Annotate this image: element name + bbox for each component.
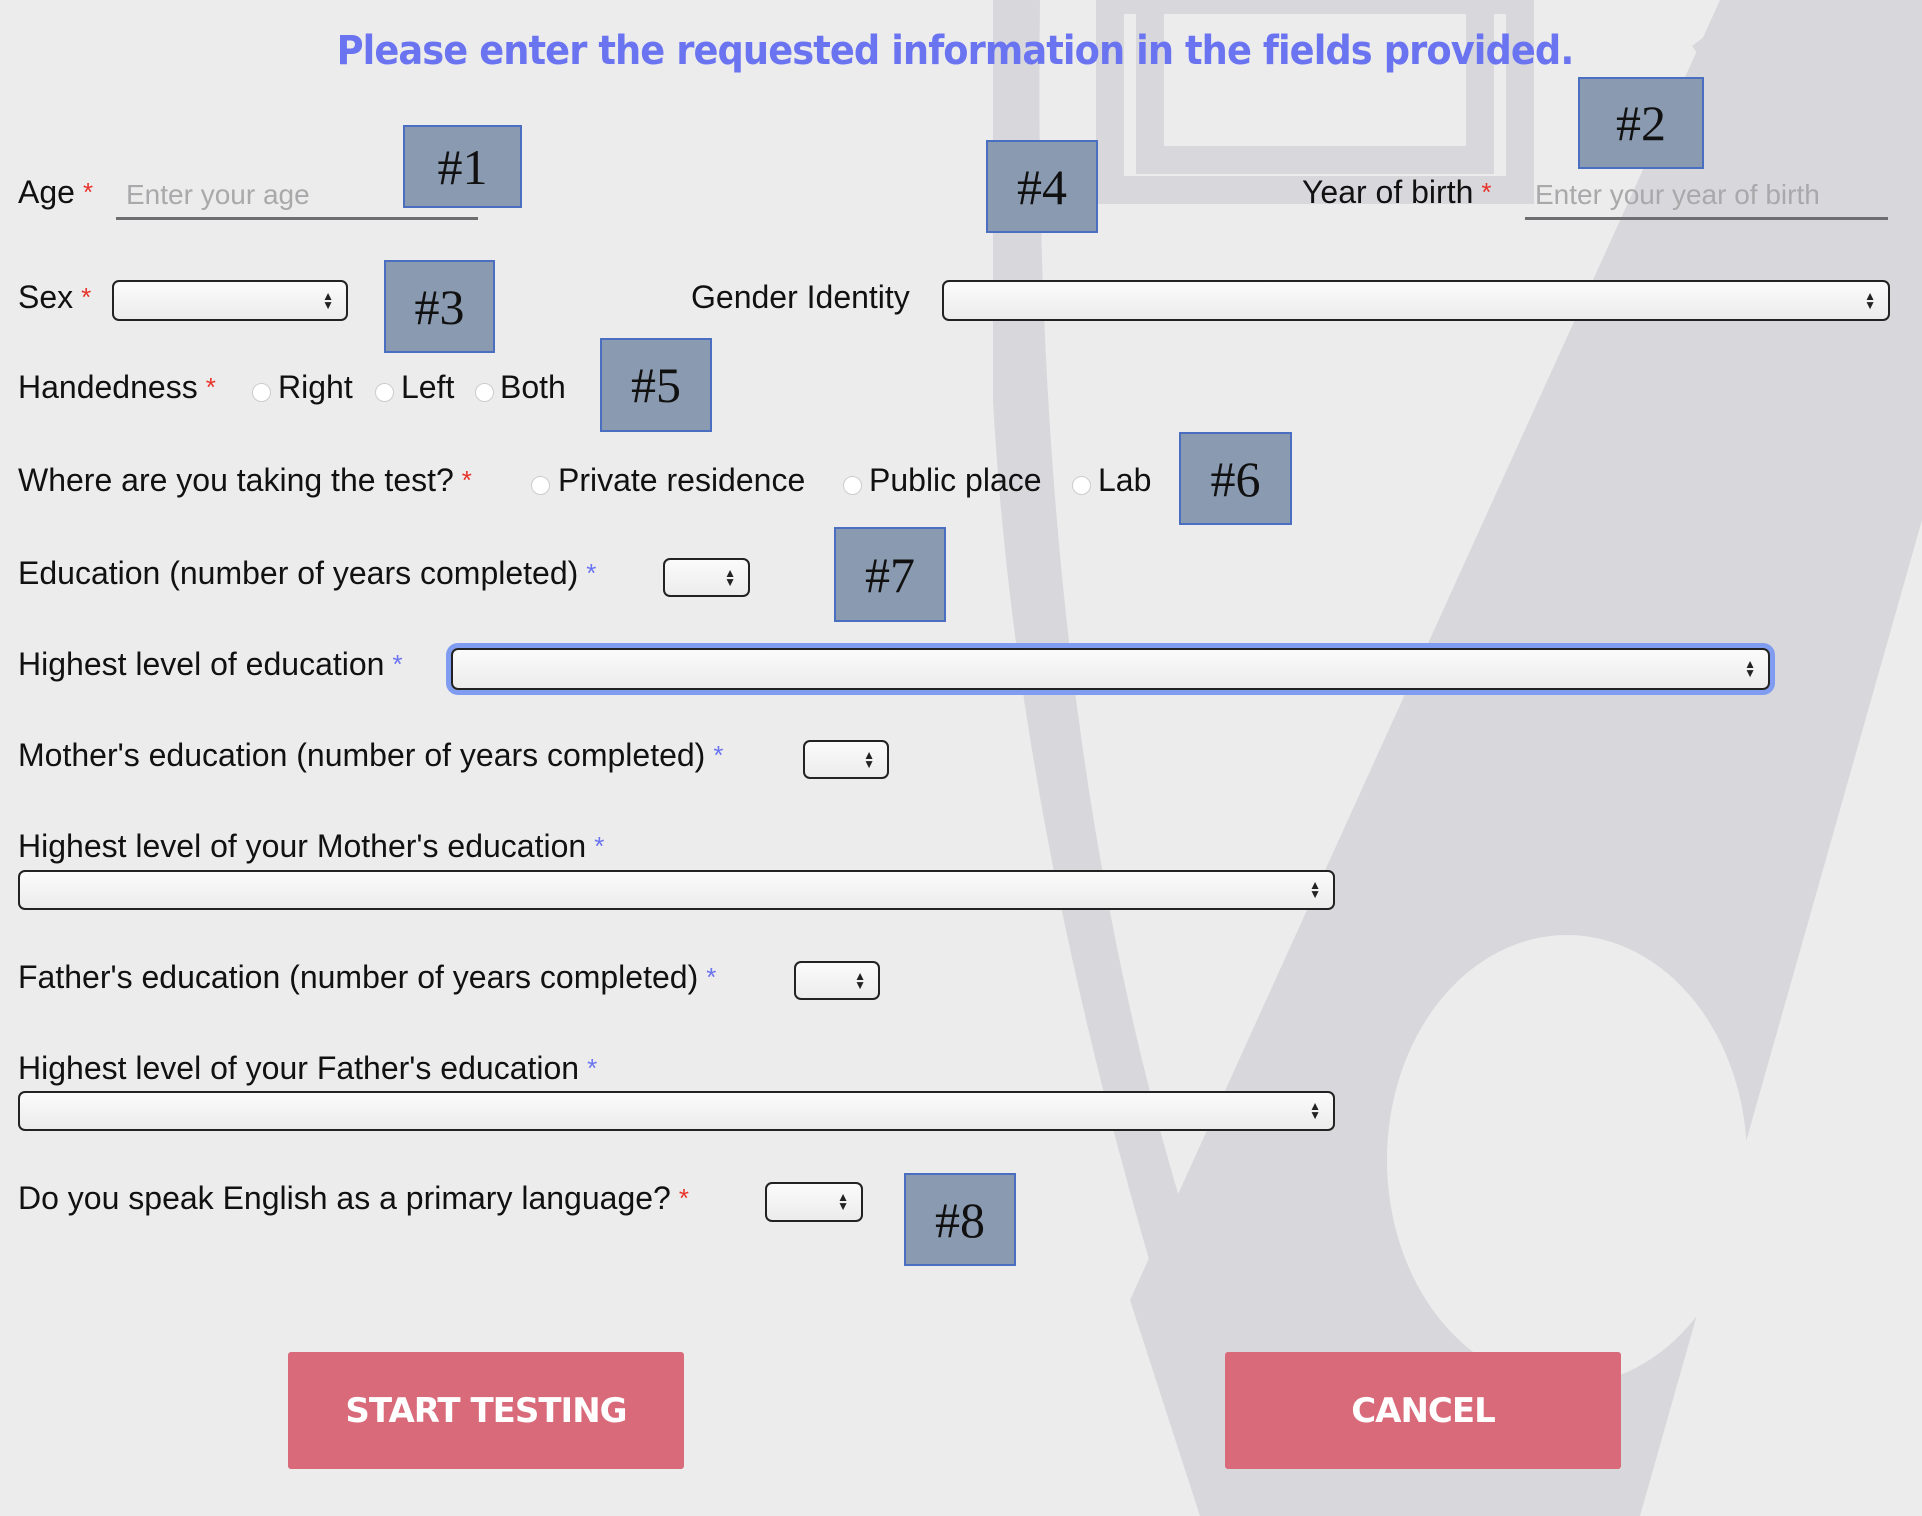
location-public-label: Public place <box>869 462 1042 498</box>
highest-education-label: Highest level of education * <box>18 645 403 683</box>
handedness-both-radio[interactable] <box>475 383 494 402</box>
required-asterisk: * <box>706 962 717 992</box>
gender-identity-label: Gender Identity <box>691 279 910 315</box>
handedness-right-label: Right <box>278 369 353 405</box>
mother-highest-education-select[interactable]: ▲ ▼ <box>18 870 1335 910</box>
required-asterisk: * <box>81 282 92 312</box>
highest-education-label-text: Highest level of education <box>18 646 385 682</box>
father-highest-education-label-text: Highest level of your Father's education <box>18 1050 580 1086</box>
year-of-birth-label-text: Year of birth <box>1302 174 1474 210</box>
age-label: Age * <box>18 173 93 211</box>
annotation-marker-5: #5 <box>600 338 712 432</box>
required-asterisk: * <box>461 465 472 495</box>
mother-highest-education-label-text: Highest level of your Mother's education <box>18 828 587 864</box>
select-arrows-icon: ▲ ▼ <box>1309 878 1321 901</box>
select-arrows-icon: ▲ ▼ <box>863 747 875 771</box>
handedness-label-text: Handedness <box>18 369 198 405</box>
required-asterisk: * <box>713 740 724 770</box>
highest-education-select[interactable]: ▲ ▼ <box>451 648 1770 690</box>
required-asterisk: * <box>594 831 605 861</box>
location-lab-radio[interactable] <box>1072 476 1091 495</box>
annotation-marker-1: #1 <box>403 125 522 208</box>
location-private-label: Private residence <box>558 462 806 498</box>
education-years-label-text: Education (number of years completed) <box>18 555 579 591</box>
annotation-marker-2: #2 <box>1578 77 1704 169</box>
annotation-marker-7: #7 <box>834 527 946 622</box>
required-asterisk: * <box>205 372 216 402</box>
english-primary-label: Do you speak English as a primary langua… <box>18 1179 689 1217</box>
year-of-birth-input[interactable] <box>1525 172 1888 220</box>
required-asterisk: * <box>82 177 94 207</box>
select-arrows-icon: ▲ ▼ <box>1744 657 1756 680</box>
select-arrows-icon: ▲ ▼ <box>854 968 866 992</box>
english-primary-select[interactable]: ▲ ▼ <box>765 1182 863 1222</box>
handedness-left-label: Left <box>401 369 455 405</box>
sex-label-text: Sex <box>18 279 74 315</box>
mother-education-years-select[interactable]: ▲ ▼ <box>803 740 889 779</box>
required-asterisk: * <box>392 649 403 679</box>
select-arrows-icon: ▲ ▼ <box>1864 288 1876 312</box>
select-arrows-icon: ▲ ▼ <box>322 288 334 312</box>
education-years-label: Education (number of years completed) * <box>18 554 596 592</box>
location-public-radio[interactable] <box>843 476 862 495</box>
location-private-radio[interactable] <box>531 476 550 495</box>
cancel-button[interactable]: CANCEL <box>1225 1352 1621 1469</box>
required-asterisk: * <box>678 1183 689 1213</box>
select-arrows-icon: ▲ ▼ <box>1309 1099 1321 1122</box>
mother-highest-education-label: Highest level of your Mother's education… <box>18 827 604 865</box>
page-title: Please enter the requested information i… <box>336 28 1575 74</box>
sex-label: Sex * <box>18 278 91 316</box>
handedness-right-radio[interactable] <box>252 383 271 402</box>
annotation-marker-4: #4 <box>986 140 1098 233</box>
handedness-left-radio[interactable] <box>375 383 394 402</box>
mother-education-years-label-text: Mother's education (number of years comp… <box>18 737 706 773</box>
location-label-text: Where are you taking the test? <box>18 462 454 498</box>
select-arrows-icon: ▲ ▼ <box>724 565 736 589</box>
required-asterisk: * <box>1481 177 1492 207</box>
father-highest-education-select[interactable]: ▲ ▼ <box>18 1091 1335 1131</box>
father-education-years-label: Father's education (number of years comp… <box>18 958 716 996</box>
father-highest-education-label: Highest level of your Father's education… <box>18 1049 597 1087</box>
education-years-select[interactable]: ▲ ▼ <box>663 558 750 597</box>
father-education-years-label-text: Father's education (number of years comp… <box>18 959 699 995</box>
start-testing-button[interactable]: START TESTING <box>288 1352 684 1469</box>
handedness-both-label: Both <box>500 369 566 405</box>
location-label: Where are you taking the test? * <box>18 461 472 499</box>
annotation-marker-6: #6 <box>1179 432 1292 525</box>
required-asterisk: * <box>587 1053 598 1083</box>
father-education-years-select[interactable]: ▲ ▼ <box>794 961 880 1000</box>
year-of-birth-label: Year of birth * <box>1302 173 1492 211</box>
select-arrows-icon: ▲ ▼ <box>837 1190 849 1213</box>
mother-education-years-label: Mother's education (number of years comp… <box>18 736 723 774</box>
handedness-label: Handedness * <box>18 368 216 406</box>
annotation-marker-8: #8 <box>904 1173 1016 1266</box>
gender-identity-select[interactable]: ▲ ▼ <box>942 280 1890 321</box>
location-lab-label: Lab <box>1098 462 1152 498</box>
annotation-marker-3: #3 <box>384 260 495 353</box>
english-primary-label-text: Do you speak English as a primary langua… <box>18 1180 671 1216</box>
sex-select[interactable]: ▲ ▼ <box>112 280 348 321</box>
age-label-text: Age <box>18 174 75 210</box>
required-asterisk: * <box>586 558 597 588</box>
